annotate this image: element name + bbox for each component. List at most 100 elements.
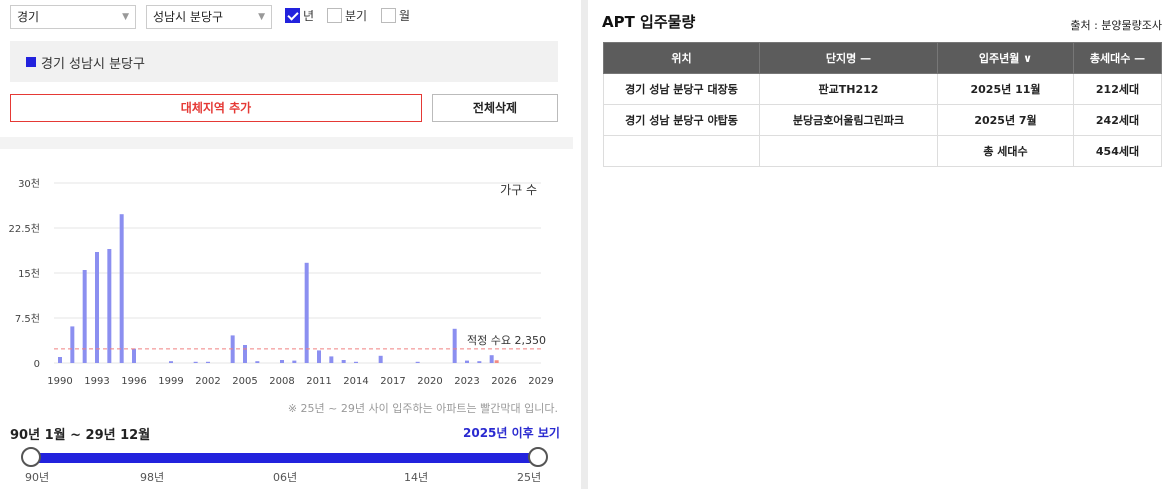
- x-tick-label: 1996: [121, 376, 146, 387]
- province-select[interactable]: 경기 ▼: [10, 5, 136, 29]
- x-tick-label: 2008: [269, 376, 294, 387]
- bar: [292, 360, 297, 363]
- month-checkbox-label: 월: [399, 9, 411, 23]
- bar: [193, 361, 198, 363]
- table-cell: [603, 135, 760, 167]
- table-row[interactable]: 경기 성남 분당구 대장동 판교TH212 2025년 11월 212세대: [603, 73, 1162, 105]
- y-tick-label: 0: [34, 359, 40, 370]
- bar: [341, 360, 346, 363]
- x-tick-label: 2017: [380, 376, 405, 387]
- bar: [206, 361, 210, 363]
- table-cell: 경기 성남 분당구 야탑동: [603, 104, 760, 136]
- bar: [107, 249, 112, 363]
- x-tick-label: 2023: [454, 376, 479, 387]
- chart-legend: 가구 수: [500, 183, 537, 197]
- selected-region-item[interactable]: 경기 성남시 분당구: [10, 41, 558, 82]
- table-cell: [759, 135, 938, 167]
- column-header-location[interactable]: 위치: [603, 42, 760, 74]
- slider-start-handle[interactable]: [21, 447, 41, 467]
- threshold-label: 적정 수요 2,350: [467, 334, 546, 347]
- bar: [354, 361, 358, 363]
- region-color-marker: [26, 57, 36, 67]
- column-header-households[interactable]: 총세대수 —: [1073, 42, 1162, 74]
- y-tick-label: 22.5천: [9, 223, 40, 235]
- apt-supply-title: APT 입주물량: [602, 13, 696, 31]
- bar: [489, 355, 494, 363]
- bar: [95, 252, 99, 363]
- x-tick-label: 2020: [417, 376, 442, 387]
- month-checkbox[interactable]: [381, 8, 396, 23]
- table-cell: 2025년 11월: [937, 73, 1074, 105]
- x-tick-label: 1993: [84, 376, 109, 387]
- district-select-value: 성남시 분당구: [153, 10, 224, 24]
- year-checkbox[interactable]: [285, 8, 300, 23]
- year-checkbox-label: 년: [303, 9, 315, 23]
- x-tick-label: 1999: [158, 376, 183, 387]
- bar: [378, 355, 383, 363]
- view-after-2025-link[interactable]: 2025년 이후 보기: [463, 424, 560, 441]
- dropdown-arrow-icon: ▼: [258, 12, 265, 22]
- slider-end-handle[interactable]: [528, 447, 548, 467]
- apt-supply-table: 위치 단지명 — 입주년월 ∨ 총세대수 — 경기 성남 분당구 대장동 판교T…: [603, 42, 1162, 167]
- bar: [243, 345, 247, 363]
- bar: [255, 361, 260, 363]
- bar: [132, 348, 136, 363]
- bar: [317, 350, 321, 363]
- table-cell: 분당금호어울림그린파크: [759, 104, 938, 136]
- x-tick-label: 2026: [491, 376, 516, 387]
- section-divider: [0, 137, 573, 149]
- red-bar-note: ※ 25년 ~ 29년 사이 입주하는 아파트는 빨간막대 입니다.: [287, 402, 558, 415]
- x-tick-label: 2005: [232, 376, 257, 387]
- bar: [70, 326, 75, 363]
- bar: [169, 361, 173, 363]
- x-tick-label: 2002: [195, 376, 220, 387]
- bar: [329, 356, 334, 363]
- quarter-checkbox-label: 분기: [345, 9, 368, 23]
- slider-tick-label: 14년: [404, 471, 429, 484]
- column-header-complex[interactable]: 단지명 —: [759, 42, 938, 74]
- bar: [58, 357, 62, 363]
- slider-tick-label: 06년: [273, 471, 298, 484]
- y-tick-label: 7.5천: [15, 313, 40, 325]
- table-cell: 242세대: [1073, 104, 1162, 136]
- slider-tick-label: 90년: [25, 471, 50, 484]
- y-tick-label: 15천: [18, 268, 40, 280]
- delete-all-button[interactable]: 전체삭제: [432, 94, 558, 122]
- x-tick-label: 2014: [343, 376, 368, 387]
- x-tick-label: 2029: [528, 376, 553, 387]
- slider-tick-label: 98년: [140, 471, 165, 484]
- bar: [452, 328, 457, 363]
- table-row[interactable]: 경기 성남 분당구 야탑동 분당금호어울림그린파크 2025년 7월 242세대: [603, 104, 1162, 136]
- supply-bar-chart: 0 7.5천 15천 22.5천 30천 1990 1993 1996 1999 2002 200…: [9, 178, 554, 387]
- province-select-value: 경기: [17, 10, 40, 24]
- total-value-cell: 454세대: [1073, 135, 1162, 167]
- table-cell: 2025년 7월: [937, 104, 1074, 136]
- bar: [415, 361, 420, 363]
- selected-region-label: 경기 성남시 분당구: [41, 57, 145, 72]
- table-cell: 212세대: [1073, 73, 1162, 105]
- district-select[interactable]: 성남시 분당구 ▼: [146, 5, 272, 29]
- bar-future: [494, 360, 499, 363]
- quarter-checkbox[interactable]: [327, 8, 342, 23]
- bar: [465, 360, 469, 363]
- dropdown-arrow-icon: ▼: [122, 12, 129, 22]
- period-range-label: 90년 1월 ~ 29년 12월: [10, 428, 151, 443]
- add-region-button[interactable]: 대체지역 추가: [10, 94, 422, 122]
- x-tick-label: 2011: [306, 376, 331, 387]
- table-total-row: 총 세대수 454세대: [603, 135, 1162, 167]
- bar: [304, 262, 309, 363]
- x-tick-label: 1990: [47, 376, 72, 387]
- bar: [477, 361, 482, 363]
- table-cell: 판교TH212: [759, 73, 938, 105]
- data-source-label: 출처 : 분양물량조사: [1070, 19, 1162, 32]
- y-tick-label: 30천: [18, 178, 40, 190]
- total-label-cell: 총 세대수: [937, 135, 1074, 167]
- period-slider-track[interactable]: [31, 453, 539, 463]
- bar: [119, 214, 124, 363]
- bar: [280, 360, 284, 363]
- table-header-row: 위치 단지명 — 입주년월 ∨ 총세대수 —: [603, 42, 1162, 74]
- panel-divider: [581, 0, 588, 489]
- table-cell: 경기 성남 분당구 대장동: [603, 73, 760, 105]
- slider-tick-label: 25년: [517, 471, 542, 484]
- column-header-move-in[interactable]: 입주년월 ∨: [937, 42, 1074, 74]
